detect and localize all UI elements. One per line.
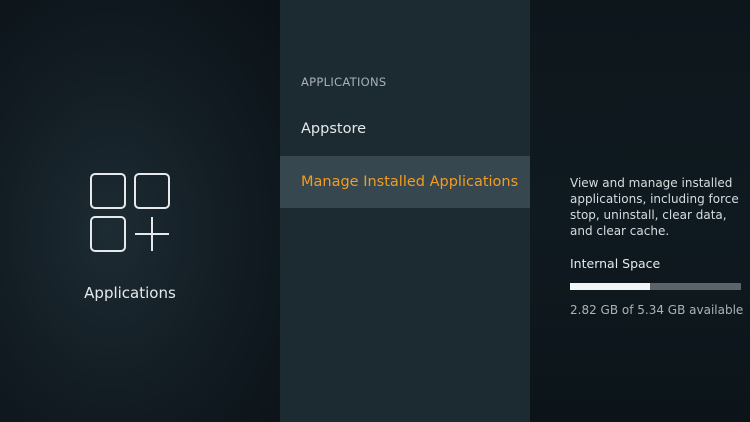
storage-title: Internal Space — [570, 256, 661, 271]
menu-item-label: Manage Installed Applications — [301, 174, 519, 190]
category-pane: Applications — [0, 0, 280, 422]
storage-usage-bar — [570, 283, 741, 290]
storage-available-text: 2.82 GB of 5.34 GB available — [570, 303, 744, 317]
applications-grid-plus-icon — [90, 173, 170, 252]
menu-item-manage-installed-applications[interactable]: Manage Installed Applications — [280, 156, 530, 208]
menu-item-label: Appstore — [301, 121, 367, 137]
category-title: Applications — [0, 284, 260, 302]
fire-tv-settings-screen: Applications APPLICATIONS Appstore Manag… — [0, 0, 750, 422]
category-title-text: Applications — [84, 284, 176, 302]
item-description: View and manage installed applications, … — [570, 176, 739, 238]
menu-section-heading: APPLICATIONS — [301, 75, 387, 89]
storage-used-fill — [570, 283, 651, 290]
menu-pane — [280, 0, 530, 422]
menu-item-appstore[interactable]: Appstore — [280, 103, 530, 155]
